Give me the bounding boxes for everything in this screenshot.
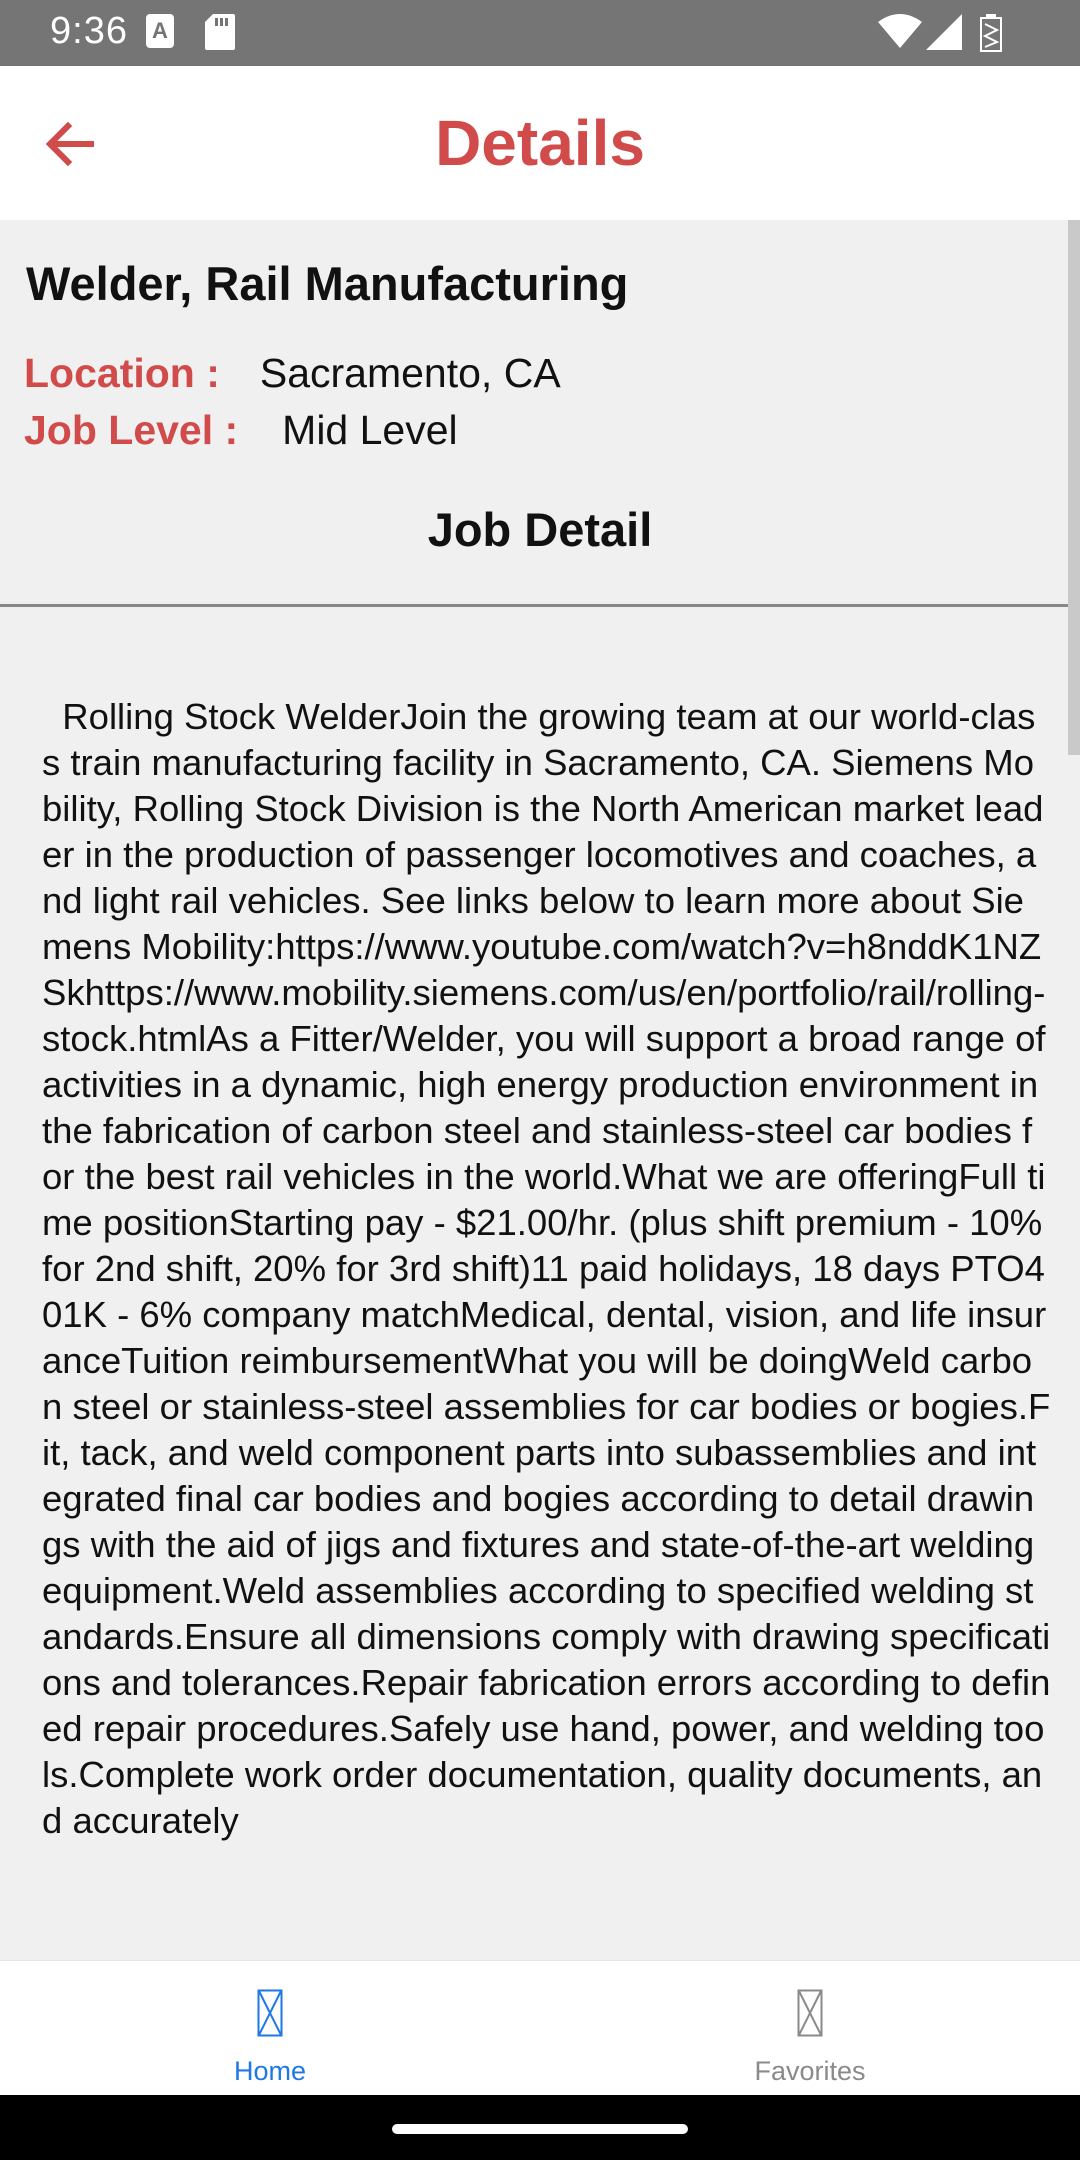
screen: 9:36 A Details Welder, Rail Manufacturin… (0, 0, 1080, 2160)
home-gesture-pill[interactable] (392, 2124, 688, 2134)
favorites-icon (797, 1989, 823, 2037)
nav-favorites-label: Favorites (754, 2056, 866, 2086)
job-level-label: Job Level : (24, 407, 239, 453)
app-bar: Details (0, 66, 1080, 220)
location-label: Location : (24, 350, 220, 396)
bottom-navigation: Home Favorites (0, 1960, 1080, 2095)
a-notification-icon: A (146, 14, 174, 48)
wifi-icon (878, 14, 922, 50)
page-title: Details (435, 107, 645, 179)
location-row: Location : Sacramento, CA (24, 350, 561, 397)
divider (0, 604, 1080, 607)
job-level-value: Mid Level (282, 407, 458, 453)
location-value: Sacramento, CA (259, 350, 561, 396)
sd-card-icon (205, 14, 235, 50)
job-detail-heading: Job Detail (427, 503, 653, 556)
job-title: Welder, Rail Manufacturing (26, 257, 629, 310)
job-level-row: Job Level : Mid Level (24, 407, 458, 454)
nav-home[interactable]: Home (0, 1961, 540, 2096)
nav-home-label: Home (233, 2056, 307, 2086)
battery-icon (980, 14, 1002, 52)
job-description: Rolling Stock WelderJoin the growing tea… (42, 696, 1051, 1841)
scrollbar-thumb[interactable] (1068, 220, 1080, 755)
home-icon (257, 1989, 283, 2037)
cell-signal-icon (926, 14, 964, 50)
system-navigation-bar (0, 2095, 1080, 2160)
status-time: 9:36 (50, 10, 128, 52)
status-bar: 9:36 A (0, 0, 1080, 66)
nav-favorites[interactable]: Favorites (540, 1961, 1080, 2096)
job-detail-content[interactable]: Welder, Rail Manufacturing Location : Sac… (0, 220, 1080, 1960)
